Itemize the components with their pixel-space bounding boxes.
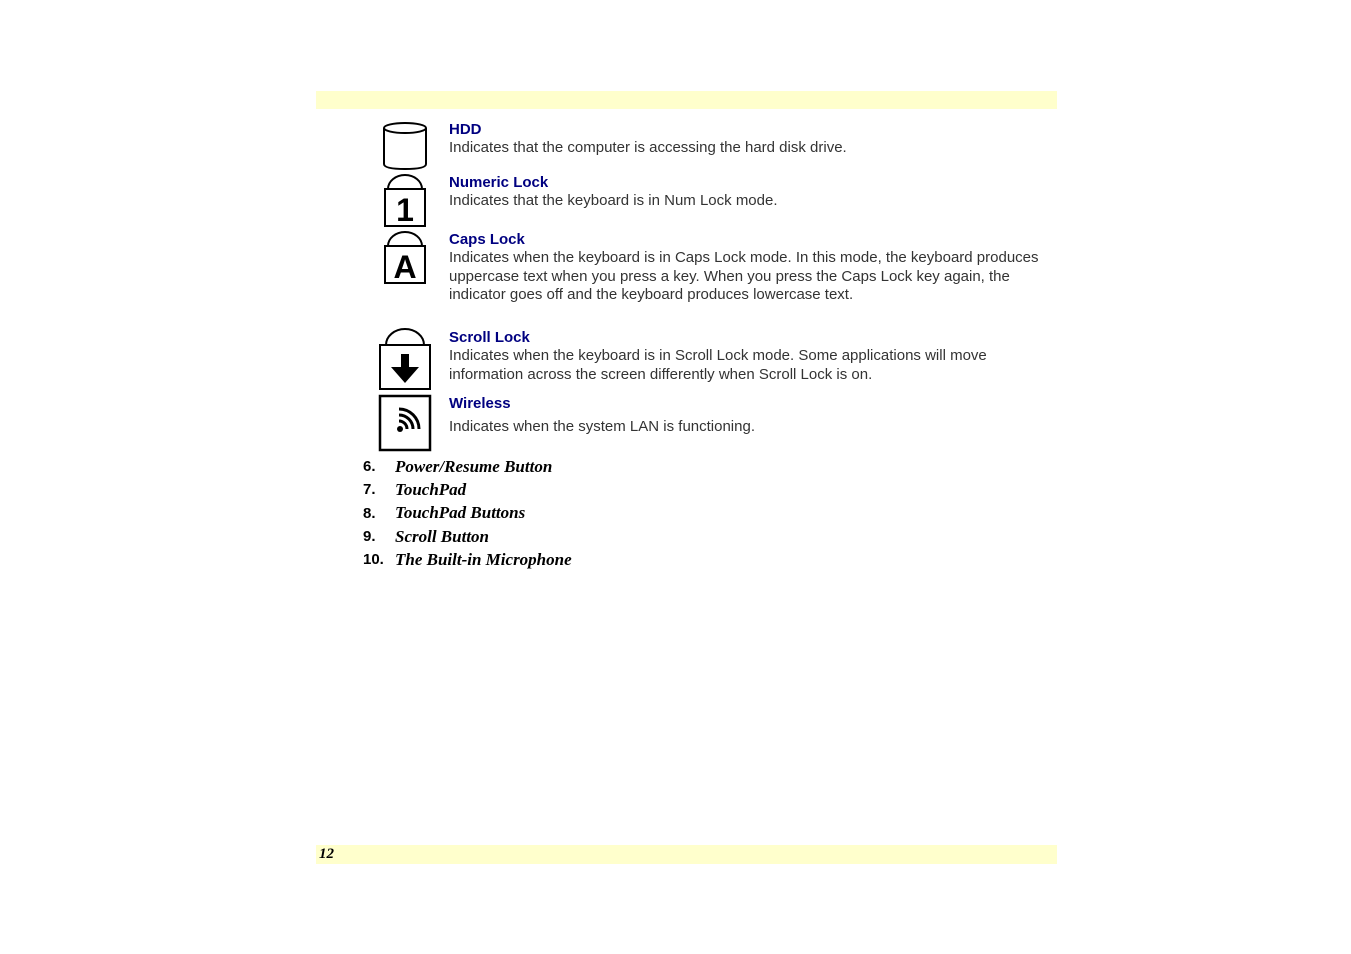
footer-band: 12 xyxy=(316,845,1057,864)
list-item: 10. The Built-in Microphone xyxy=(363,548,572,571)
indicator-wireless: Wireless Indicates when the system LAN i… xyxy=(449,395,1049,437)
list-label: The Built-in Microphone xyxy=(395,549,572,569)
list-label: TouchPad xyxy=(395,479,467,499)
list-number: 8. xyxy=(363,504,376,522)
indicator-title: Wireless xyxy=(449,395,511,412)
caps-lock-icon: A xyxy=(382,231,428,285)
scroll-lock-icon xyxy=(378,328,432,392)
component-list: 6. Power/Resume Button 7. TouchPad 8. To… xyxy=(363,455,572,571)
list-label: Power/Resume Button xyxy=(395,456,553,476)
list-number: 7. xyxy=(363,481,376,499)
numeric-lock-glyph: 1 xyxy=(396,192,414,228)
list-item: 6. Power/Resume Button xyxy=(363,455,572,478)
header-band xyxy=(316,91,1057,109)
list-item: 7. TouchPad xyxy=(363,478,572,501)
numeric-lock-icon: 1 xyxy=(382,174,428,228)
list-item: 8. TouchPad Buttons xyxy=(363,502,572,525)
indicator-title: Numeric Lock xyxy=(449,174,549,191)
indicator-description: Indicates that the computer is accessing… xyxy=(449,139,847,156)
hdd-icon xyxy=(382,121,428,171)
caps-lock-glyph: A xyxy=(393,249,416,285)
indicator-description: Indicates when the keyboard is in Scroll… xyxy=(449,347,987,383)
list-number: 6. xyxy=(363,458,376,476)
indicator-title: HDD xyxy=(449,121,482,138)
wireless-icon xyxy=(378,394,432,452)
indicator-hdd: HDD Indicates that the computer is acces… xyxy=(449,121,1049,158)
indicator-description: Indicates that the keyboard is in Num Lo… xyxy=(449,192,778,209)
indicator-numeric-lock: Numeric Lock Indicates that the keyboard… xyxy=(449,174,1049,211)
list-number: 9. xyxy=(363,528,376,546)
list-label: Scroll Button xyxy=(395,526,490,546)
indicator-scroll-lock: Scroll Lock Indicates when the keyboard … xyxy=(449,329,1049,384)
page-number: 12 xyxy=(319,846,334,862)
indicator-description: Indicates when the system LAN is functio… xyxy=(449,418,755,435)
indicator-caps-lock: Caps Lock Indicates when the keyboard is… xyxy=(449,231,1049,305)
list-label: TouchPad Buttons xyxy=(395,503,526,523)
indicator-title: Caps Lock xyxy=(449,231,525,248)
indicator-title: Scroll Lock xyxy=(449,329,530,346)
list-number: 10. xyxy=(363,551,384,569)
indicator-description: Indicates when the keyboard is in Caps L… xyxy=(449,249,1039,303)
list-item: 9. Scroll Button xyxy=(363,525,572,548)
